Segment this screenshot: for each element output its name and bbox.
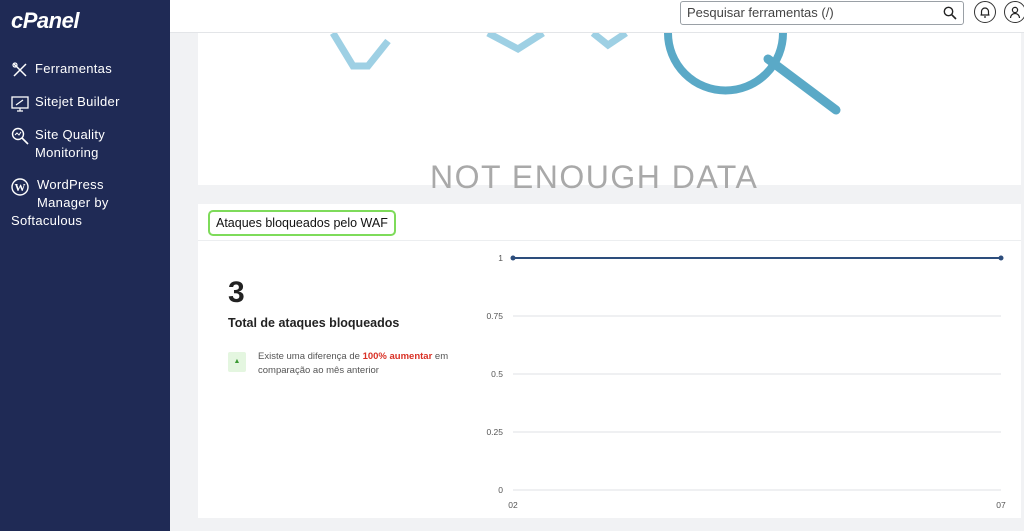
sidebar-item-label: Sitejet Builder bbox=[35, 94, 120, 109]
sidebar-item-sitejet-builder[interactable]: Sitejet Builder bbox=[0, 91, 170, 118]
x-tick-label: 02 bbox=[508, 500, 518, 510]
card-title[interactable]: Ataques bloqueados pelo WAF bbox=[208, 210, 396, 236]
monitor-builder-icon bbox=[11, 96, 29, 112]
difference-text: Existe uma diferença de 100% aumentar em… bbox=[258, 350, 458, 378]
empty-state-card: NOT ENOUGH DATA bbox=[198, 33, 1021, 195]
notifications-button[interactable] bbox=[974, 1, 996, 23]
data-point bbox=[510, 255, 516, 261]
arrow-up-icon: ▲ bbox=[233, 358, 241, 365]
search-icon[interactable] bbox=[943, 6, 957, 20]
x-tick-label: 07 bbox=[996, 500, 1006, 510]
cpanel-logo[interactable]: cPanel bbox=[11, 8, 79, 34]
top-header bbox=[170, 0, 1024, 33]
user-icon bbox=[1009, 6, 1021, 19]
sidebar: cPanel Ferramentas Sitejet Builder Site bbox=[0, 0, 170, 531]
diff-highlight: 100% aumentar bbox=[362, 351, 433, 362]
attacks-line-chart: 0 0.25 0.5 0.75 1 02 07 bbox=[486, 253, 1006, 510]
sidebar-item-label-line2: Monitoring bbox=[35, 145, 99, 160]
y-tick-label: 0.5 bbox=[491, 369, 503, 379]
y-tick-label: 0 bbox=[498, 485, 503, 495]
user-menu-button[interactable] bbox=[1004, 1, 1024, 23]
diff-prefix: Existe uma diferença de bbox=[258, 351, 363, 362]
total-attacks-value: 3 bbox=[228, 276, 245, 309]
wordpress-icon: W bbox=[11, 178, 29, 196]
sidebar-item-label-line3: Softaculous bbox=[11, 213, 83, 228]
svg-text:W: W bbox=[15, 182, 26, 194]
y-tick-label: 0.75 bbox=[486, 311, 503, 321]
sidebar-item-label-line1: Site Quality bbox=[35, 127, 106, 142]
search-input[interactable] bbox=[681, 2, 937, 22]
bell-icon bbox=[980, 7, 990, 18]
total-attacks-caption: Total de ataques bloqueados bbox=[228, 316, 400, 330]
card-header: Ataques bloqueados pelo WAF bbox=[198, 204, 1021, 241]
search-box[interactable] bbox=[680, 1, 964, 25]
trend-up-badge: ▲ bbox=[228, 352, 246, 372]
sidebar-item-label-line1: WordPress bbox=[37, 177, 104, 192]
waf-blocked-attacks-card: Ataques bloqueados pelo WAF 3 Total de a… bbox=[198, 204, 1021, 518]
sidebar-item-label: Ferramentas bbox=[35, 61, 112, 76]
magnifier-quality-icon bbox=[11, 127, 29, 145]
sidebar-item-label-line2: Manager by bbox=[37, 195, 109, 210]
y-tick-label: 1 bbox=[498, 253, 503, 263]
sidebar-nav: Ferramentas Sitejet Builder Site Quality… bbox=[0, 58, 170, 242]
data-point bbox=[998, 255, 1004, 261]
y-tick-label: 0.25 bbox=[486, 427, 503, 437]
tools-icon bbox=[12, 62, 27, 77]
sidebar-item-site-quality-monitoring[interactable]: Site Quality Monitoring bbox=[0, 124, 170, 168]
sidebar-item-wordpress-manager[interactable]: W WordPress Manager by Softaculous bbox=[0, 174, 170, 236]
not-enough-data-text: NOT ENOUGH DATA bbox=[430, 159, 759, 195]
sidebar-item-ferramentas[interactable]: Ferramentas bbox=[0, 58, 170, 85]
